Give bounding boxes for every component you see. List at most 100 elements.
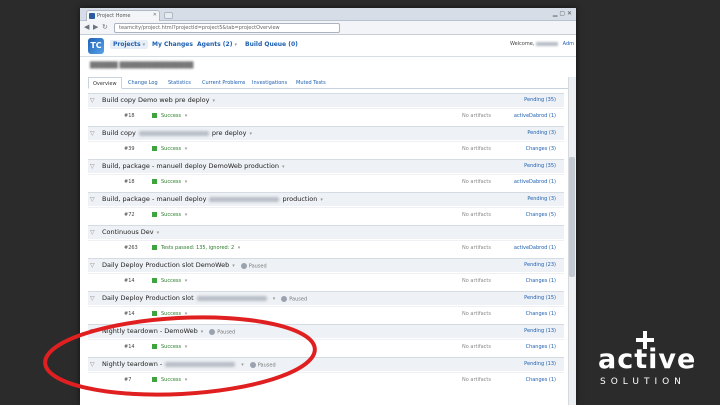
chevron-down-icon[interactable]: ▾ (212, 98, 215, 104)
changes-link[interactable]: activeDabrod (1) (514, 113, 556, 119)
tab-investigations[interactable]: Investigations (248, 77, 291, 89)
project-header[interactable]: ▽ Daily Deploy Production slot ▾ Paused Pend… (88, 291, 564, 305)
pending-changes-link[interactable]: Pending (13) (524, 361, 556, 367)
project-name[interactable]: Daily Deploy Production slot DemoWeb ▾ Pau… (102, 261, 267, 269)
collapse-icon[interactable]: ▽ (90, 361, 95, 368)
tab-statistics[interactable]: Statistics (164, 77, 195, 89)
project-name[interactable]: Build, package - manuell deploy productio… (102, 195, 323, 203)
pending-changes-link[interactable]: Pending (35) (524, 163, 556, 169)
changes-link[interactable]: Changes (1) (526, 278, 556, 284)
changes-link[interactable]: Changes (1) (526, 344, 556, 350)
scrollbar[interactable] (568, 77, 576, 405)
pending-changes-link[interactable]: Pending (3) (527, 196, 556, 202)
changes-link[interactable]: Changes (5) (526, 212, 556, 218)
project-name[interactable]: Nightly teardown - DemoWeb ▾ Paused (102, 327, 235, 335)
build-status[interactable]: Success ▾ (152, 212, 187, 218)
build-status[interactable]: Tests passed: 135, ignored: 2 ▾ (152, 245, 240, 251)
build-number[interactable]: #39 (124, 146, 135, 152)
build-number[interactable]: #72 (124, 212, 135, 218)
build-status[interactable]: Success ▾ (152, 179, 187, 185)
pending-changes-link[interactable]: Pending (23) (524, 262, 556, 268)
username-blurred[interactable] (536, 41, 558, 46)
collapse-icon[interactable]: ▽ (90, 229, 95, 236)
build-number[interactable]: #18 (124, 179, 135, 185)
collapse-icon[interactable]: ▽ (90, 295, 95, 302)
build-status[interactable]: Success ▾ (152, 146, 187, 152)
scrollbar-thumb[interactable] (569, 157, 575, 277)
teamcity-logo[interactable]: TC (88, 38, 104, 54)
project-header[interactable]: ▽ Daily Deploy Production slot DemoWeb ▾ Pa… (88, 258, 564, 272)
project-name-text: Daily Deploy Production slot (102, 294, 194, 302)
build-number[interactable]: #14 (124, 278, 135, 284)
build-number[interactable]: #14 (124, 311, 135, 317)
chevron-down-icon[interactable]: ▾ (282, 164, 285, 170)
build-status[interactable]: Success ▾ (152, 278, 187, 284)
project-header[interactable]: ▽ Build, package - manuell deploy DemoWeb… (88, 159, 564, 173)
project-name[interactable]: Build copy pre deploy ▾ (102, 129, 252, 137)
chevron-down-icon[interactable]: ▾ (273, 296, 276, 302)
collapse-icon[interactable]: ▽ (90, 163, 95, 170)
build-number[interactable]: #263 (124, 245, 138, 251)
changes-link[interactable]: Changes (1) (526, 377, 556, 383)
reload-icon[interactable]: ↻ (102, 23, 108, 31)
chevron-down-icon[interactable]: ▾ (241, 362, 244, 368)
build-number[interactable]: #14 (124, 344, 135, 350)
changes-link[interactable]: Changes (3) (526, 146, 556, 152)
browser-tab[interactable]: Project Home ✕ (86, 10, 160, 21)
tab-muted-tests[interactable]: Muted Tests (292, 77, 330, 89)
collapse-icon[interactable]: ▽ (90, 196, 95, 203)
chevron-down-icon[interactable]: ▾ (232, 263, 235, 269)
build-status[interactable]: Success ▾ (152, 311, 187, 317)
chevron-down-icon[interactable]: ▾ (250, 131, 253, 137)
build-status[interactable]: Success ▾ (152, 113, 187, 119)
window-controls[interactable]: ▁ ▢ ✕ (553, 10, 572, 17)
changes-link[interactable]: activeDabrod (1) (514, 179, 556, 185)
project-name[interactable]: Continuous Dev ▾ (102, 228, 159, 236)
brand-word: active (598, 344, 697, 375)
build-row: #18 Success ▾ No artifacts activeDabrod (1) (88, 174, 564, 189)
success-icon (152, 212, 157, 217)
project-name[interactable]: Nightly teardown - ▾ Paused (102, 360, 276, 368)
collapse-icon[interactable]: ▽ (90, 328, 95, 335)
back-icon[interactable]: ◀ (84, 23, 89, 31)
project-header[interactable]: ▽ Nightly teardown - DemoWeb ▾ Paused Pendin… (88, 324, 564, 338)
project-header[interactable]: ▽ Build copy Demo web pre deploy ▾ Pending … (88, 93, 564, 107)
changes-link[interactable]: Changes (1) (526, 311, 556, 317)
project-name[interactable]: Daily Deploy Production slot ▾ Paused (102, 294, 307, 302)
build-number[interactable]: #7 (124, 377, 131, 383)
project-header[interactable]: ▽ Build copy pre deploy ▾ Pending (3) (88, 126, 564, 140)
project-name[interactable]: Build, package - manuell deploy DemoWeb … (102, 162, 285, 170)
nav-agents[interactable]: Agents (2) ▾ (197, 41, 237, 48)
tab-overview[interactable]: Overview (88, 77, 122, 89)
new-tab-button[interactable] (164, 12, 173, 19)
changes-link[interactable]: activeDabrod (1) (514, 245, 556, 251)
project-header[interactable]: ▽ Continuous Dev ▾ (88, 225, 564, 239)
chevron-down-icon: ▾ (183, 146, 188, 152)
project-name[interactable]: Build copy Demo web pre deploy ▾ (102, 96, 215, 104)
build-number[interactable]: #18 (124, 113, 135, 119)
nav-my-changes[interactable]: My Changes (152, 41, 193, 48)
build-status[interactable]: Success ▾ (152, 344, 187, 350)
forward-icon[interactable]: ▶ (93, 23, 98, 31)
pending-changes-link[interactable]: Pending (15) (524, 295, 556, 301)
project-header[interactable]: ▽ Nightly teardown - ▾ Paused Pending (13) (88, 357, 564, 371)
chevron-down-icon[interactable]: ▾ (157, 230, 160, 236)
nav-projects[interactable]: Projects ▾ (110, 40, 149, 49)
pending-changes-link[interactable]: Pending (35) (524, 97, 556, 103)
build-status-text: Success (161, 179, 182, 185)
collapse-icon[interactable]: ▽ (90, 262, 95, 269)
project-header[interactable]: ▽ Build, package - manuell deploy producti… (88, 192, 564, 206)
pending-changes-link[interactable]: Pending (13) (524, 328, 556, 334)
close-tab-icon[interactable]: ✕ (153, 12, 157, 18)
build-status[interactable]: Success ▾ (152, 377, 187, 383)
chevron-down-icon[interactable]: ▾ (201, 329, 204, 335)
tab-change-log[interactable]: Change Log (124, 77, 162, 89)
pending-changes-link[interactable]: Pending (3) (527, 130, 556, 136)
collapse-icon[interactable]: ▽ (90, 130, 95, 137)
collapse-icon[interactable]: ▽ (90, 97, 95, 104)
tab-current-problems[interactable]: Current Problems (198, 77, 249, 89)
nav-build-queue[interactable]: Build Queue (0) (245, 41, 298, 48)
url-input[interactable]: teamcity/project.html?projectId=project5… (114, 23, 340, 33)
chevron-down-icon[interactable]: ▾ (320, 197, 323, 203)
nav-admin[interactable]: Adm (563, 41, 574, 47)
